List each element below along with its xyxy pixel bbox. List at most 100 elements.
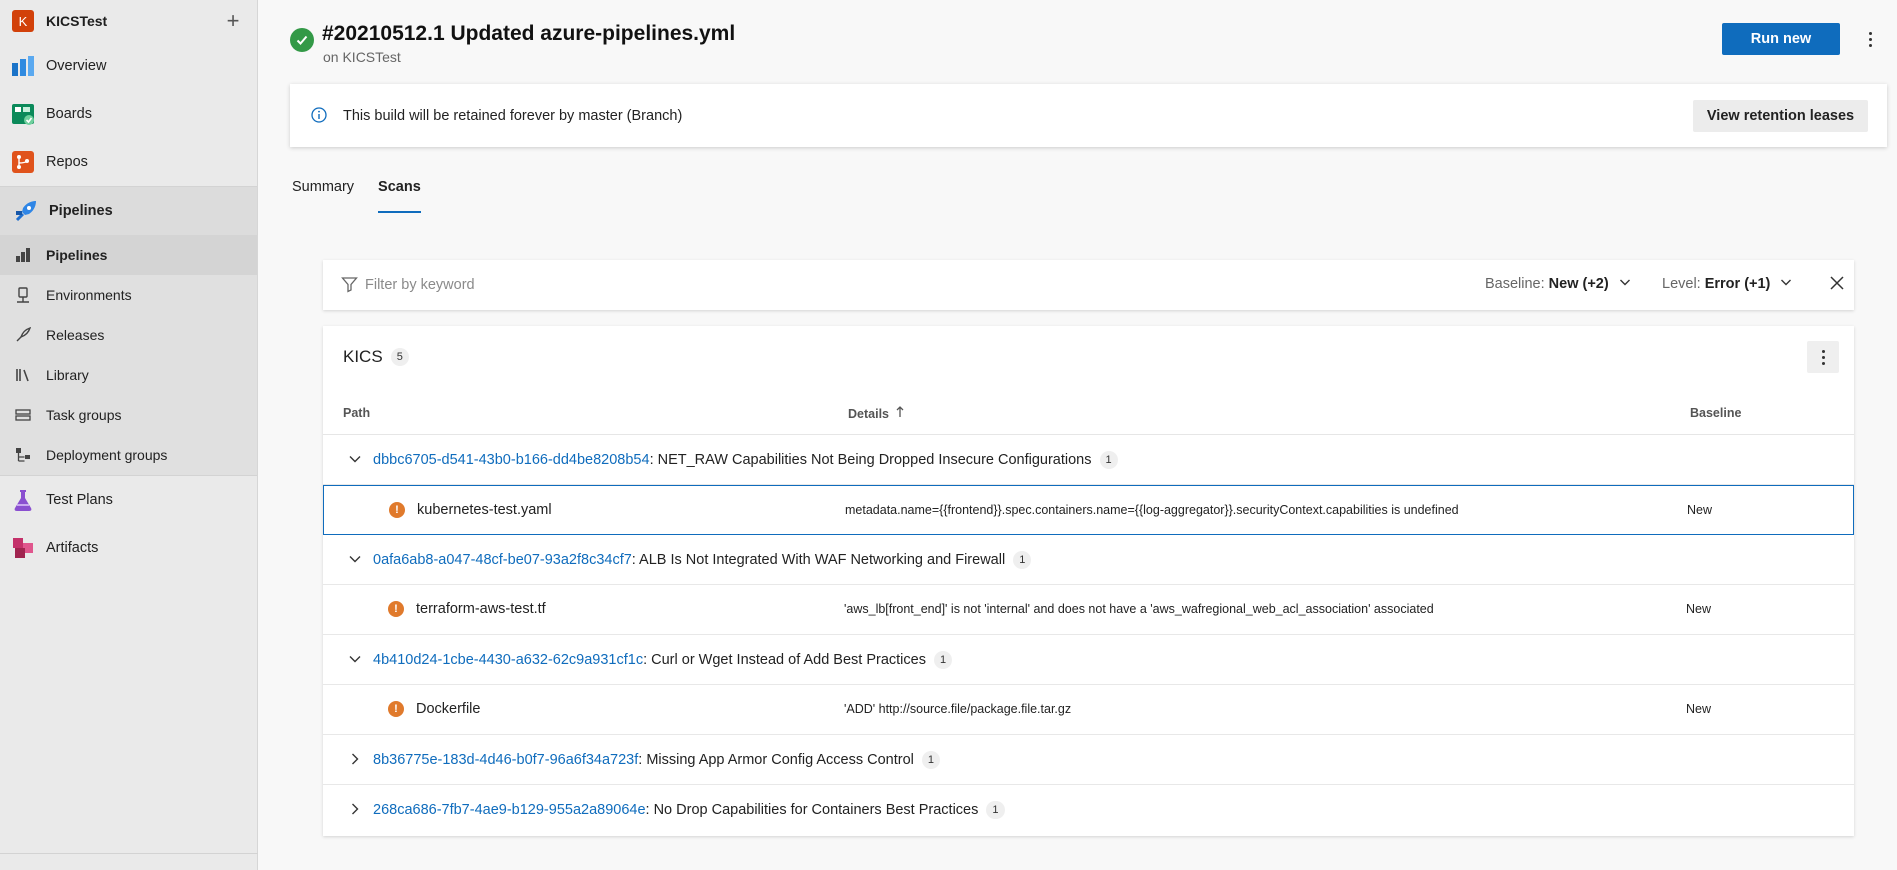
column-header-details[interactable]: Details bbox=[848, 406, 905, 421]
rule-id-link[interactable]: dbbc6705-d541-43b0-b166-dd4be8208b54 bbox=[373, 452, 650, 468]
sort-ascending-icon bbox=[895, 406, 905, 421]
library-icon bbox=[14, 366, 32, 384]
level-dropdown-label: Level: bbox=[1662, 276, 1701, 292]
rule-count-badge: 1 bbox=[921, 751, 941, 769]
finding-baseline: New bbox=[1686, 702, 1712, 716]
run-tabs: Summary Scans bbox=[292, 179, 445, 213]
rule-group-text: 8b36775e-183d-4d46-b0f7-96a6f34a723f : M… bbox=[373, 751, 941, 769]
rule-id-link[interactable]: 8b36775e-183d-4d46-b0f7-96a6f34a723f bbox=[373, 752, 638, 768]
rule-count-badge: 1 bbox=[933, 651, 953, 669]
overview-icon bbox=[10, 53, 36, 79]
more-actions-icon[interactable] bbox=[1858, 26, 1882, 52]
rule-group-row[interactable]: 4b410d24-1cbe-4430-a632-62c9a931cf1c : C… bbox=[323, 635, 1854, 685]
rule-group-text: 0afa6ab8-a047-48cf-be07-93a2f8c34cf7 : A… bbox=[373, 551, 1032, 569]
nav-test-plans[interactable]: Test Plans bbox=[0, 476, 257, 524]
pipelines-list-icon bbox=[14, 246, 32, 264]
run-title: #20210512.1 Updated azure-pipelines.yml bbox=[322, 22, 736, 45]
nav-sub-pipelines[interactable]: Pipelines bbox=[0, 235, 257, 275]
rule-group-text: dbbc6705-d541-43b0-b166-dd4be8208b54 : N… bbox=[373, 451, 1118, 469]
pipelines-icon bbox=[13, 198, 39, 224]
finding-detail: 'aws_lb[front_end]' is not 'internal' an… bbox=[844, 602, 1434, 616]
nav-pipelines[interactable]: Pipelines bbox=[0, 187, 257, 235]
level-dropdown[interactable]: Level: Error (+1) bbox=[1662, 276, 1792, 292]
nav-artifacts-label: Artifacts bbox=[46, 540, 99, 556]
column-header-details-label: Details bbox=[848, 406, 889, 421]
boards-icon bbox=[10, 101, 36, 127]
warning-icon: ! bbox=[389, 502, 405, 518]
close-icon[interactable] bbox=[1829, 275, 1845, 294]
finding-file: kubernetes-test.yaml bbox=[417, 502, 552, 518]
finding-row[interactable]: ! terraform-aws-test.tf 'aws_lb[front_en… bbox=[323, 585, 1854, 635]
retention-message: This build will be retained forever by m… bbox=[343, 108, 683, 124]
keyword-filter-input[interactable] bbox=[365, 272, 965, 298]
baseline-dropdown[interactable]: Baseline: New (+2) bbox=[1485, 276, 1631, 292]
rule-id-link[interactable]: 268ca686-7fb7-4ae9-b129-955a2a89064e bbox=[373, 802, 646, 818]
tab-scans[interactable]: Scans bbox=[378, 179, 421, 213]
retention-banner: This build will be retained forever by m… bbox=[290, 84, 1887, 147]
nav-sub-library[interactable]: Library bbox=[0, 355, 257, 395]
chevron-down-icon[interactable] bbox=[348, 652, 362, 669]
nav-sub-pipelines-label: Pipelines bbox=[46, 247, 108, 263]
rule-id-link[interactable]: 4b410d24-1cbe-4430-a632-62c9a931cf1c bbox=[373, 652, 643, 668]
finding-row[interactable]: ! kubernetes-test.yaml metadata.name={{f… bbox=[323, 485, 1854, 535]
chevron-down-icon[interactable] bbox=[348, 452, 362, 469]
rule-count-badge: 1 bbox=[986, 801, 1005, 819]
finding-row[interactable]: ! Dockerfile 'ADD' http://source.file/pa… bbox=[323, 685, 1854, 735]
rule-title: : Curl or Wget Instead of Add Best Pract… bbox=[643, 652, 926, 668]
nav-artifacts[interactable]: Artifacts bbox=[0, 524, 257, 572]
filter-bar: Baseline: New (+2) Level: Error (+1) bbox=[323, 260, 1854, 310]
rule-group-row[interactable]: 8b36775e-183d-4d46-b0f7-96a6f34a723f : M… bbox=[323, 735, 1854, 785]
repos-icon bbox=[10, 149, 36, 175]
rule-title: : No Drop Capabilities for Containers Be… bbox=[645, 802, 979, 818]
rule-title: : NET_RAW Capabilities Not Being Dropped… bbox=[649, 452, 1092, 468]
view-retention-leases-button[interactable]: View retention leases bbox=[1693, 100, 1868, 132]
plus-icon[interactable]: + bbox=[221, 8, 245, 34]
finding-detail: 'ADD' http://source.file/package.file.ta… bbox=[844, 702, 1072, 716]
rule-count-badge: 1 bbox=[1013, 551, 1032, 569]
warning-icon: ! bbox=[388, 601, 404, 617]
warning-icon: ! bbox=[388, 701, 404, 717]
nav-overview[interactable]: Overview bbox=[0, 42, 257, 90]
card-more-icon[interactable] bbox=[1807, 341, 1839, 373]
run-header: #20210512.1 Updated azure-pipelines.yml … bbox=[290, 20, 1897, 70]
nav-boards[interactable]: Boards bbox=[0, 90, 257, 138]
chevron-right-icon[interactable] bbox=[348, 752, 362, 769]
rule-group-text: 268ca686-7fb7-4ae9-b129-955a2a89064e : N… bbox=[373, 801, 1005, 819]
chevron-right-icon[interactable] bbox=[348, 802, 362, 819]
chevron-down-icon bbox=[1619, 276, 1631, 292]
column-header-baseline[interactable]: Baseline bbox=[1690, 406, 1741, 420]
environments-icon bbox=[14, 286, 32, 304]
tab-summary[interactable]: Summary bbox=[292, 179, 354, 213]
rule-group-row[interactable]: 0afa6ab8-a047-48cf-be07-93a2f8c34cf7 : A… bbox=[323, 535, 1854, 585]
nav-sub-deployment-groups[interactable]: Deployment groups bbox=[0, 435, 257, 475]
nav-sub-task-groups[interactable]: Task groups bbox=[0, 395, 257, 435]
rule-title: : Missing App Armor Config Access Contro… bbox=[638, 752, 914, 768]
nav-sub-releases-label: Releases bbox=[46, 327, 105, 343]
nav-sub-library-label: Library bbox=[46, 367, 89, 383]
tool-title: KICS 5 bbox=[343, 347, 409, 367]
task-groups-icon bbox=[14, 406, 32, 424]
rule-group-row[interactable]: 268ca686-7fb7-4ae9-b129-955a2a89064e : N… bbox=[323, 785, 1854, 835]
info-icon bbox=[311, 107, 327, 126]
finding-detail: metadata.name={{frontend}}.spec.containe… bbox=[845, 503, 1459, 517]
rule-id-link[interactable]: 0afa6ab8-a047-48cf-be07-93a2f8c34cf7 bbox=[373, 552, 632, 568]
run-subtitle: on KICSTest bbox=[323, 49, 401, 65]
nav-overview-label: Overview bbox=[46, 58, 107, 74]
rule-group-row[interactable]: dbbc6705-d541-43b0-b166-dd4be8208b54 : N… bbox=[323, 435, 1854, 485]
nav-sub-deployment-groups-label: Deployment groups bbox=[46, 447, 168, 463]
nav-sub-environments[interactable]: Environments bbox=[0, 275, 257, 315]
deployment-groups-icon bbox=[14, 446, 32, 464]
nav-sub-releases[interactable]: Releases bbox=[0, 315, 257, 355]
pipelines-group: Pipelines Pipelines Environments Release… bbox=[0, 186, 257, 476]
chevron-down-icon[interactable] bbox=[348, 552, 362, 569]
left-navigation: K KICSTest + Overview Boards Repos Pipel… bbox=[0, 0, 258, 870]
baseline-dropdown-label: Baseline: bbox=[1485, 276, 1545, 292]
finding-baseline: New bbox=[1686, 602, 1712, 616]
column-header-path[interactable]: Path bbox=[343, 406, 370, 420]
nav-pipelines-label: Pipelines bbox=[49, 203, 113, 219]
tool-name: KICS bbox=[343, 347, 383, 366]
run-new-button[interactable]: Run new bbox=[1722, 23, 1840, 55]
project-header[interactable]: K KICSTest + bbox=[0, 0, 257, 42]
nav-repos[interactable]: Repos bbox=[0, 138, 257, 186]
project-name[interactable]: KICSTest bbox=[46, 13, 221, 29]
